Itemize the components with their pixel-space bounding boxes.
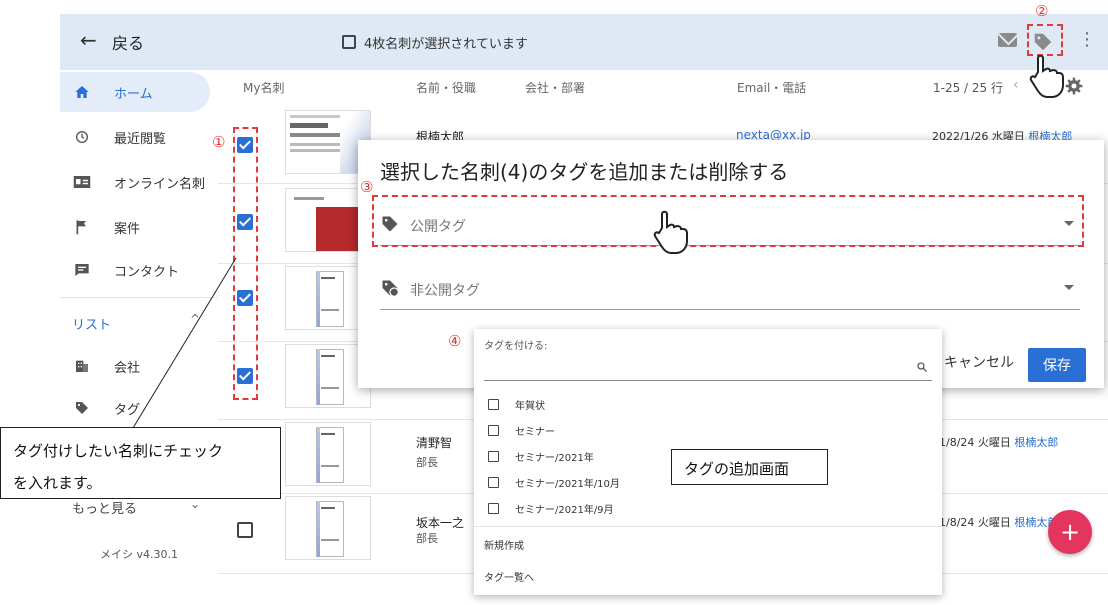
tag-screen-label-box: タグの追加画面 bbox=[671, 449, 828, 485]
tag-screen-label: タグの追加画面 bbox=[684, 460, 790, 478]
callout-line-1: タグ付けしたい名刺にチェック bbox=[13, 442, 224, 460]
instruction-callout: タグ付けしたい名刺にチェック を入れます。 bbox=[0, 427, 281, 499]
callout-line-2: を入れます。 bbox=[13, 474, 102, 492]
callout-leader-line bbox=[132, 257, 237, 429]
